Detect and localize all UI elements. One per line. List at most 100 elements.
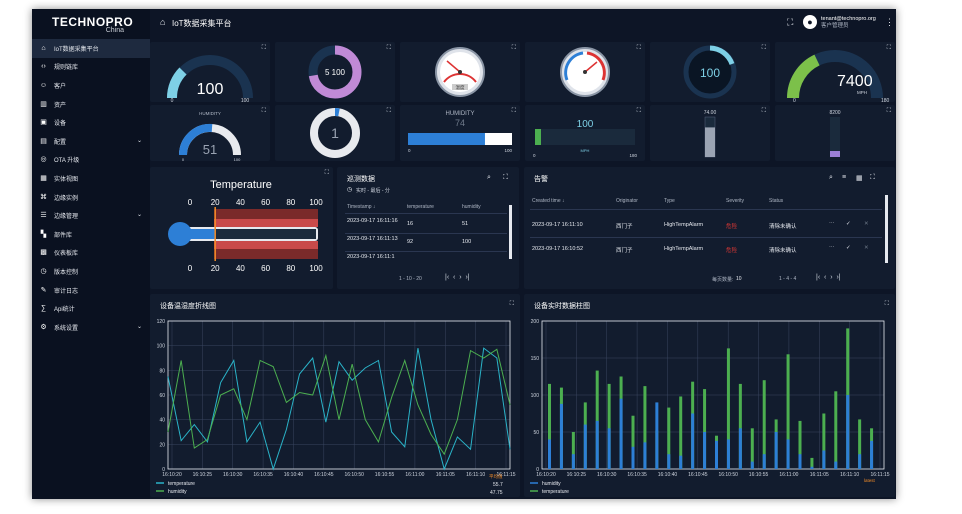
expand-icon[interactable]: ⛶	[885, 301, 889, 308]
check-icon[interactable]: ✓	[846, 245, 851, 251]
expand-icon[interactable]: ⛶	[637, 108, 641, 115]
column-header[interactable]: Timestamp ↓	[347, 204, 375, 210]
digital-gauge-10: 100 MPH 0 180	[533, 119, 637, 158]
svg-text:0: 0	[533, 153, 536, 158]
svg-text:100: 100	[577, 119, 594, 130]
patrol-title: 巡测数据	[347, 176, 375, 183]
sidebar-item-8[interactable]: ⌘ 边缘实例	[32, 188, 150, 207]
api-icon: ∑	[41, 305, 46, 313]
bar-humidity	[619, 398, 623, 469]
sidebar-item-0[interactable]: ⌂ IoT数据采集平台	[32, 39, 150, 58]
user-info[interactable]: tenant@technopro.org 客户管理员	[821, 16, 876, 30]
sidebar-item-4[interactable]: ▣ 设备	[32, 113, 150, 132]
gauge-card-9: ⛶ HUMIDITY 74 0 100	[400, 105, 520, 161]
column-header[interactable]: Originator	[616, 198, 638, 204]
sidebar-item-15[interactable]: ⚙ 系统设置 ⌄	[32, 318, 150, 337]
expand-icon[interactable]: ⛶	[762, 45, 766, 52]
gauge-card-8: ⛶ 1	[275, 105, 395, 161]
search-icon[interactable]: ⌕	[487, 174, 491, 182]
home-icon[interactable]: ⌂	[160, 17, 165, 27]
avatar[interactable]: ●	[803, 15, 817, 29]
x-tick-label: 16:10:45	[688, 472, 708, 478]
bar-humidity	[548, 439, 551, 469]
x-tick-label: 16:10:20	[536, 472, 556, 478]
fullscreen-icon[interactable]: ⛶	[503, 174, 508, 182]
chevron-down-icon[interactable]: ⌄	[137, 323, 142, 330]
chevron-down-icon[interactable]: ⌄	[137, 137, 142, 144]
expand-icon[interactable]: ⛶	[262, 45, 266, 52]
sidebar-item-9[interactable]: ☰ 边缘管理 ⌄	[32, 206, 150, 225]
expand-icon[interactable]: ⛶	[325, 170, 329, 177]
more-vert-icon[interactable]: ⋮	[885, 17, 894, 28]
search-icon[interactable]: ⌕	[829, 174, 833, 182]
bar-humidity	[834, 461, 838, 469]
svg-text:74: 74	[455, 118, 465, 128]
sidebar-item-14[interactable]: ∑ Api统计	[32, 299, 150, 318]
columns-icon[interactable]: ▦	[856, 174, 863, 182]
sidebar-item-7[interactable]: ▦ 实体视图	[32, 169, 150, 188]
more-icon[interactable]: ⋯	[829, 245, 835, 251]
gauge-6-value: 7400	[837, 73, 873, 90]
pager-controls[interactable]: |‹ ‹ › ›|	[816, 274, 841, 281]
column-header[interactable]: Created time ↓	[532, 198, 565, 204]
check-icon[interactable]: ✓	[846, 221, 851, 227]
latest-label: latest	[864, 478, 875, 483]
sidebar-item-13[interactable]: ✎ 审计日志	[32, 281, 150, 300]
fullscreen-icon[interactable]: ⛶	[787, 17, 793, 28]
scrollbar[interactable]	[885, 195, 888, 263]
expand-icon[interactable]: ⛶	[262, 108, 266, 115]
sidebar-item-label: 部件库	[54, 232, 73, 239]
sidebar-item-3[interactable]: ▥ 资产	[32, 95, 150, 114]
time-window[interactable]: 实时 - 最后 - 分	[356, 187, 390, 194]
bar-humidity	[726, 439, 730, 469]
filter-icon[interactable]: ≡	[842, 174, 846, 181]
bar-humidity	[607, 428, 611, 469]
scrollbar[interactable]	[509, 205, 512, 259]
bar-humidity	[750, 461, 754, 469]
sidebar-item-10[interactable]: ▚ 部件库	[32, 225, 150, 244]
line-chart-card: 设备温湿度折线图 ⛶ 0 20 40 60 80 100 120 16:10:20 16:10:…	[150, 294, 520, 497]
expand-icon[interactable]: ⛶	[387, 45, 391, 52]
page-size-select[interactable]: 10	[736, 276, 742, 282]
thermo-tick-label: 60	[261, 264, 270, 273]
close-icon[interactable]: ✕	[864, 221, 869, 227]
sidebar-item-1[interactable]: ‹› 规则链库	[32, 58, 150, 77]
bar-humidity	[691, 413, 695, 469]
svg-text:100: 100	[234, 157, 241, 161]
x-tick-label: 16:11:00	[405, 472, 424, 478]
expand-icon[interactable]: ⛶	[637, 45, 641, 52]
expand-icon[interactable]: ⛶	[387, 108, 391, 115]
sidebar-item-label: OTA 升级	[54, 158, 80, 165]
sidebar-item-2[interactable]: ☺ 客户	[32, 76, 150, 95]
more-icon[interactable]: ⋯	[829, 221, 835, 227]
chevron-down-icon[interactable]: ⌄	[137, 211, 142, 218]
expand-icon[interactable]: ⛶	[510, 301, 514, 308]
expand-icon[interactable]: ⛶	[512, 108, 516, 115]
fullscreen-icon[interactable]: ⛶	[870, 174, 875, 182]
legend-label: temperature	[168, 481, 195, 487]
close-icon[interactable]: ✕	[864, 245, 869, 251]
expand-icon[interactable]: ⛶	[887, 45, 891, 52]
sidebar-item-11[interactable]: ▩ 仪表板库	[32, 244, 150, 263]
column-header[interactable]: temperature	[407, 204, 434, 210]
gauge-1-value: 100	[197, 81, 224, 98]
speed-gauge-6: 7400 MPH 0 180	[786, 50, 890, 104]
svg-text:74.00: 74.00	[704, 110, 717, 116]
column-header[interactable]: Type	[664, 198, 675, 204]
column-header[interactable]: Severity	[726, 198, 744, 204]
bar-temperature	[834, 391, 838, 469]
dial-gauge-3: 温度	[435, 47, 485, 97]
sidebar-item-label: Api统计	[54, 307, 75, 314]
expand-icon[interactable]: ⛶	[887, 108, 891, 115]
column-header[interactable]: humidity	[462, 204, 481, 210]
table-row[interactable]: 2023-09-17 16:11:1	[347, 254, 395, 258]
sidebar-item-5[interactable]: ▤ 配置 ⌄	[32, 132, 150, 151]
expand-icon[interactable]: ⛶	[512, 45, 516, 52]
brand-logo[interactable]: TECHNOPRO China	[52, 15, 133, 34]
svg-text:MPH: MPH	[581, 148, 590, 153]
column-header[interactable]: Status	[769, 198, 783, 204]
pager-controls[interactable]: |‹ ‹ › ›|	[445, 274, 470, 281]
sidebar-item-12[interactable]: ◷ 版本控制	[32, 262, 150, 281]
expand-icon[interactable]: ⛶	[762, 108, 766, 115]
sidebar-item-6[interactable]: ◎ OTA 升级	[32, 151, 150, 170]
